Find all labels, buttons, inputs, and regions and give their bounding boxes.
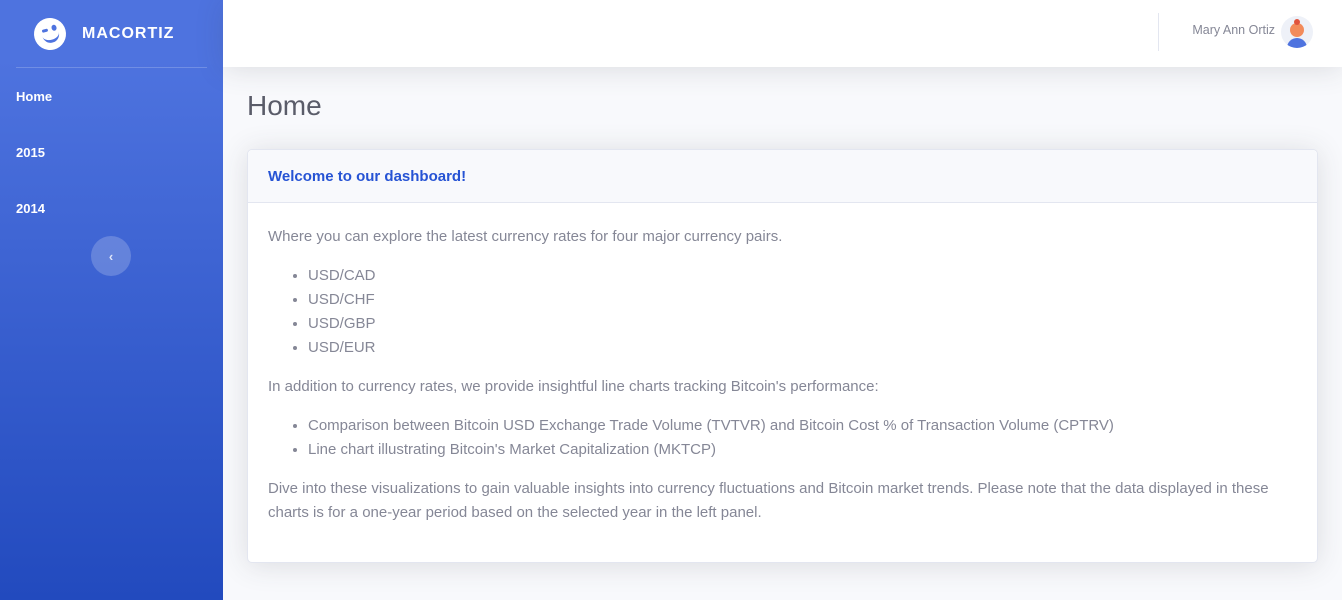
topbar: Mary Ann Ortiz	[223, 0, 1342, 67]
list-item: Comparison between Bitcoin USD Exchange …	[308, 414, 1297, 438]
sidebar-divider	[16, 67, 207, 68]
list-item: Line chart illustrating Bitcoin's Market…	[308, 438, 1297, 462]
sidebar-item-2014[interactable]: 2014	[0, 181, 223, 237]
outro-text: Dive into these visualizations to gain v…	[268, 480, 1269, 521]
welcome-card: Welcome to our dashboard! Where you can …	[247, 149, 1318, 563]
sidebar-item-home[interactable]: Home	[0, 69, 223, 125]
list-item: USD/GBP	[308, 312, 1297, 336]
sidebar-toggle-button[interactable]: ‹	[91, 236, 131, 276]
currency-pair-list: USD/CAD USD/CHF USD/GBP USD/EUR	[308, 264, 1297, 360]
list-item: USD/EUR	[308, 336, 1297, 360]
page-title: Home	[247, 90, 322, 121]
bitcoin-intro-text: In addition to currency rates, we provid…	[268, 378, 879, 395]
user-name[interactable]: Mary Ann Ortiz	[1192, 23, 1275, 37]
wink-face-icon	[30, 13, 70, 54]
card-title: Welcome to our dashboard!	[268, 167, 467, 185]
card-header: Welcome to our dashboard!	[248, 150, 1317, 203]
intro-text: Where you can explore the latest currenc…	[268, 228, 783, 245]
brand-link[interactable]: MACORTIZ	[0, 0, 223, 67]
brand-name: MACORTIZ	[82, 24, 175, 42]
user-avatar-icon[interactable]	[1281, 16, 1313, 48]
sidebar-item-2015[interactable]: 2015	[0, 125, 223, 181]
card-body: Where you can explore the latest currenc…	[248, 203, 1317, 525]
sidebar: MACORTIZ Home 2015 2014 ‹	[0, 0, 223, 600]
chevron-left-icon: ‹	[108, 248, 114, 264]
topbar-divider	[1158, 13, 1159, 51]
list-item: USD/CAD	[308, 264, 1297, 288]
bitcoin-chart-list: Comparison between Bitcoin USD Exchange …	[308, 414, 1297, 462]
list-item: USD/CHF	[308, 288, 1297, 312]
